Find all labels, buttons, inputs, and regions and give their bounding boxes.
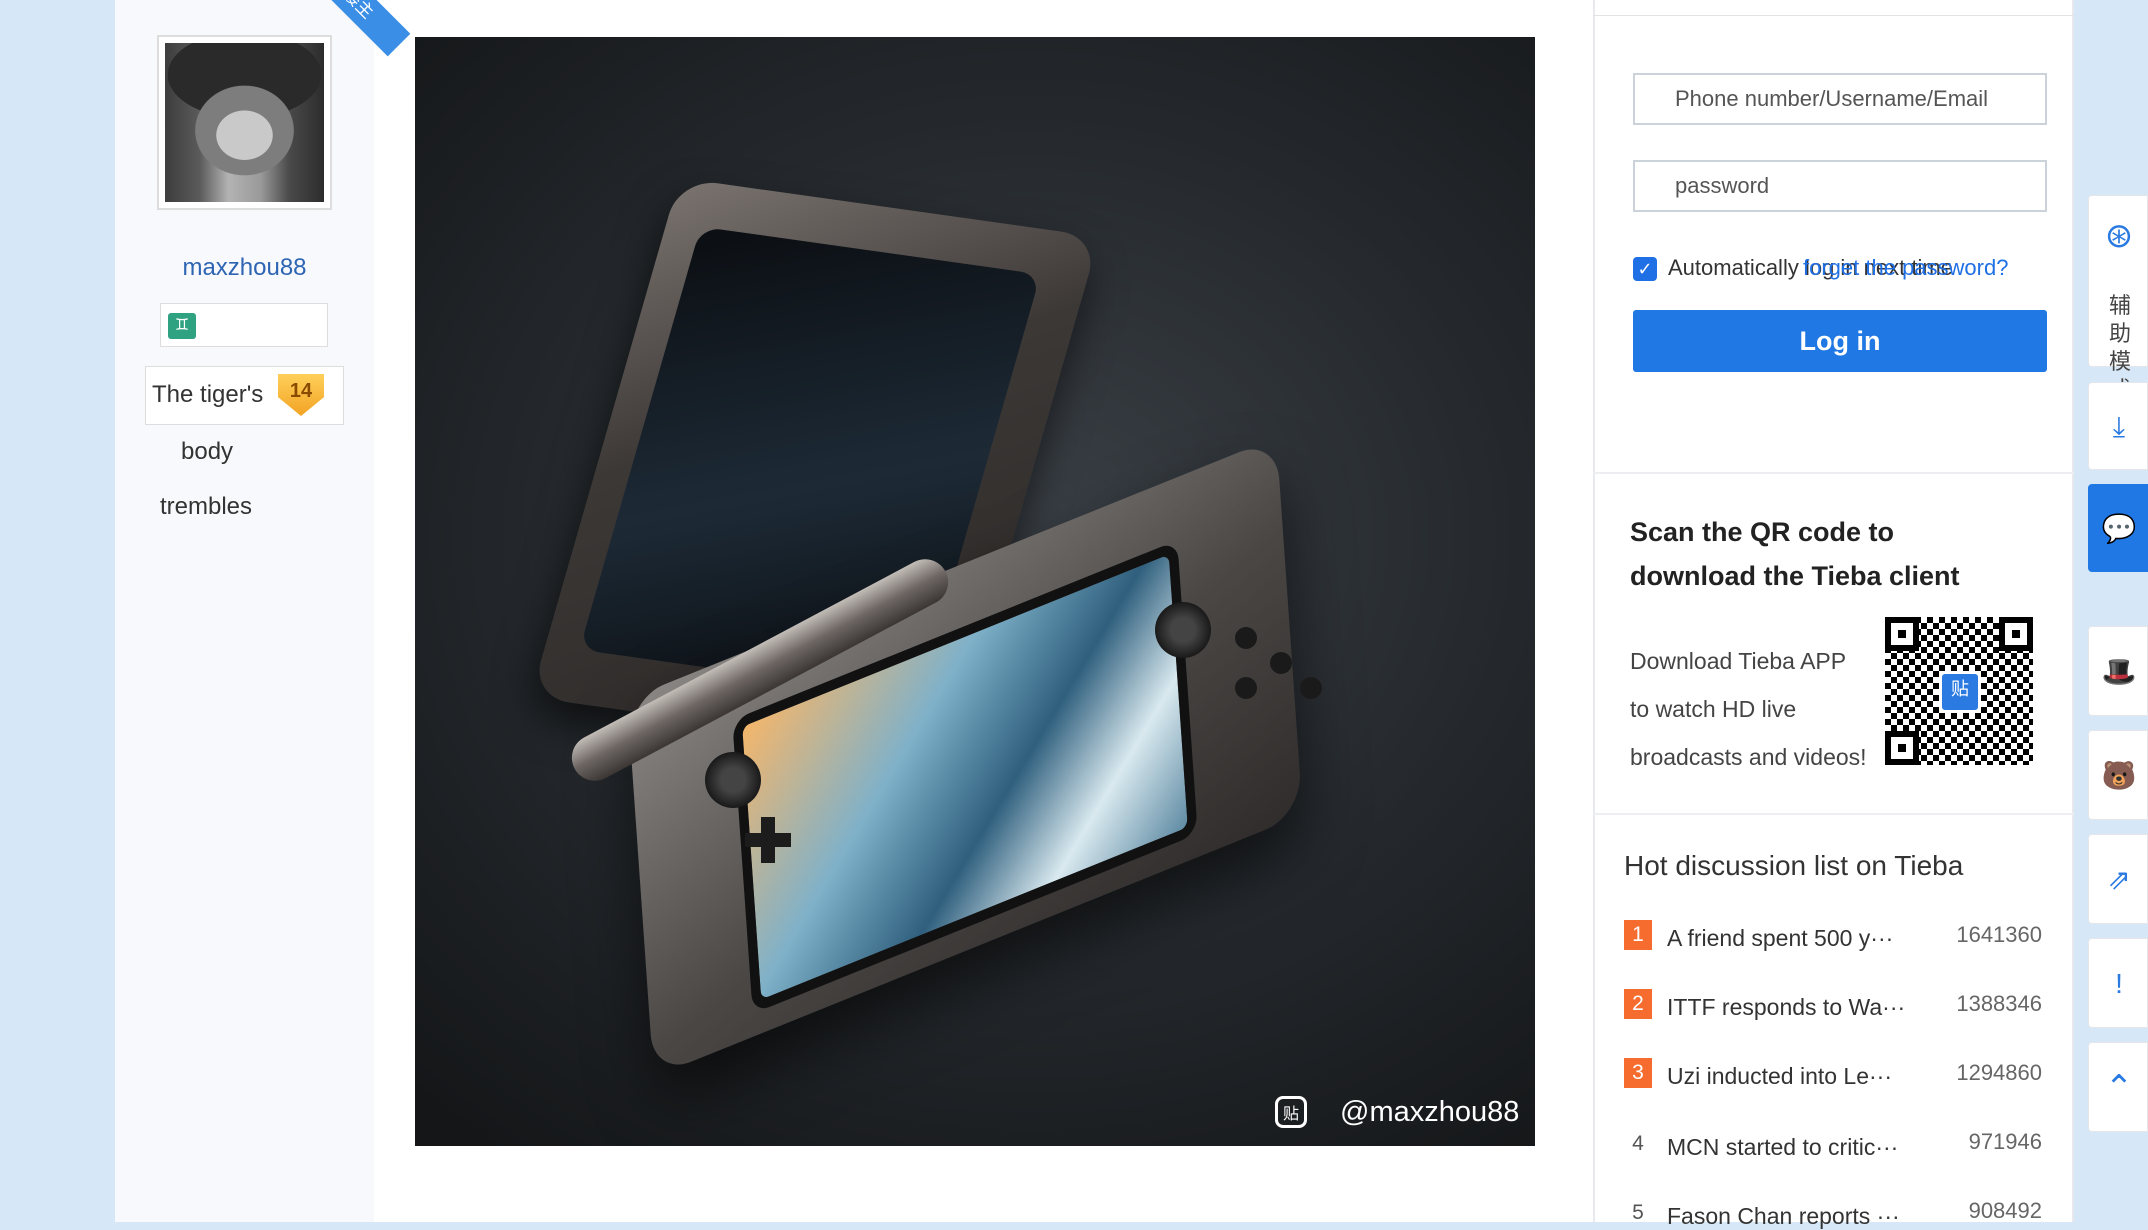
hot-topic-count: 908492 [1968, 1198, 2042, 1223]
gemini-badge-icon: ♊ [168, 313, 196, 339]
share-icon: ⇗ [2107, 864, 2131, 895]
download-button[interactable]: ⤓ [2088, 382, 2148, 470]
level-title: The tiger's [152, 381, 264, 408]
face-button [1235, 627, 1257, 649]
hot-topic-count: 1294860 [1956, 1060, 2042, 1085]
bear-button[interactable]: 🐻 [2088, 730, 2148, 820]
divider [1593, 15, 2074, 16]
author-badge-box[interactable]: ♊ [160, 303, 328, 347]
avatar-frame[interactable] [157, 35, 332, 210]
qr-description-line: to watch HD live [1630, 696, 1797, 722]
hot-topic-count: 1641360 [1956, 922, 2042, 947]
hot-rank-badge: 1 [1624, 920, 1652, 950]
qr-description-line: broadcasts and videos! [1630, 744, 1867, 770]
author-username[interactable]: maxzhou88 [115, 254, 374, 282]
hot-topic-link[interactable]: ITTF responds to Wa··· [1667, 994, 1905, 1021]
level-title-line3: trembles [160, 493, 253, 520]
assist-mode-icon: ⊛ [2104, 217, 2134, 255]
report-button[interactable]: ! [2088, 938, 2148, 1028]
back-to-top-button[interactable]: ⌃ [2088, 1042, 2148, 1132]
hot-topic-link[interactable]: A friend spent 500 y··· [1667, 925, 1893, 952]
login-button[interactable]: Log in [1633, 310, 2047, 372]
back-to-top-icon: ⌃ [2104, 1069, 2134, 1107]
hot-rank-badge: 2 [1624, 989, 1652, 1019]
qr-code-image: 贴 [1885, 617, 2033, 765]
qr-description-line: Download Tieba APP [1630, 648, 1847, 674]
download-icon: ⤓ [2112, 411, 2126, 442]
dpad-icon [745, 817, 791, 863]
share-button[interactable]: ⇗ [2088, 834, 2148, 924]
avatar[interactable] [165, 43, 324, 202]
hot-rank-badge: 3 [1624, 1058, 1652, 1088]
hat-icon: 🎩 [2101, 656, 2137, 687]
level-shield-icon: 14 [278, 374, 324, 416]
report-icon: ! [2115, 968, 2123, 999]
post-image[interactable]: 贴 [415, 37, 1535, 1146]
hot-topic-count: 971946 [1968, 1129, 2042, 1154]
tieba-logo-icon: 贴 [1939, 671, 1981, 713]
comment-button[interactable]: 💬 [2088, 484, 2148, 572]
divider [1593, 813, 2074, 815]
left-analog-stick [705, 752, 761, 808]
qr-finder-pattern [1885, 731, 1919, 765]
hot-topic-link[interactable]: Uzi inducted into Le··· [1667, 1063, 1892, 1090]
hot-rank-badge: 5 [1632, 1201, 1644, 1224]
author-level-box[interactable]: The tiger's 14 [145, 366, 344, 425]
tieba-watermark-icon: 贴 [1275, 1096, 1307, 1128]
level-title-line2: body [181, 438, 234, 465]
hot-topic-link[interactable]: Fason Chan reports ··· [1667, 1203, 1900, 1230]
qr-finder-pattern [1885, 617, 1919, 651]
qr-download-title: Scan the QR code to download the Tieba c… [1630, 517, 1960, 591]
hot-topic-link[interactable]: MCN started to critic··· [1667, 1134, 1898, 1161]
hot-topic-count: 1388346 [1956, 991, 2042, 1016]
forgot-password-link[interactable]: forget the password? [1803, 255, 2008, 281]
watermark-text: @maxzhou88 [1340, 1096, 1520, 1128]
hot-list-title: Hot discussion list on Tieba [1624, 850, 1964, 881]
username-input[interactable]: Phone number/Username/Email [1633, 73, 2047, 125]
auto-login-checkbox[interactable]: ✓ [1633, 257, 1657, 281]
face-button [1235, 677, 1257, 699]
hot-rank-badge: 4 [1632, 1132, 1644, 1155]
face-button [1300, 677, 1322, 699]
bear-icon: 🐻 [2101, 760, 2137, 791]
qr-finder-pattern [1999, 617, 2033, 651]
divider [1593, 472, 2074, 474]
comment-icon: 💬 [2101, 513, 2137, 544]
right-analog-stick [1155, 602, 1211, 658]
password-input[interactable]: password [1633, 160, 2047, 212]
hat-button[interactable]: 🎩 [2088, 626, 2148, 716]
assist-mode-button[interactable]: ⊛ 辅助模式 [2088, 195, 2148, 402]
face-button [1270, 652, 1292, 674]
